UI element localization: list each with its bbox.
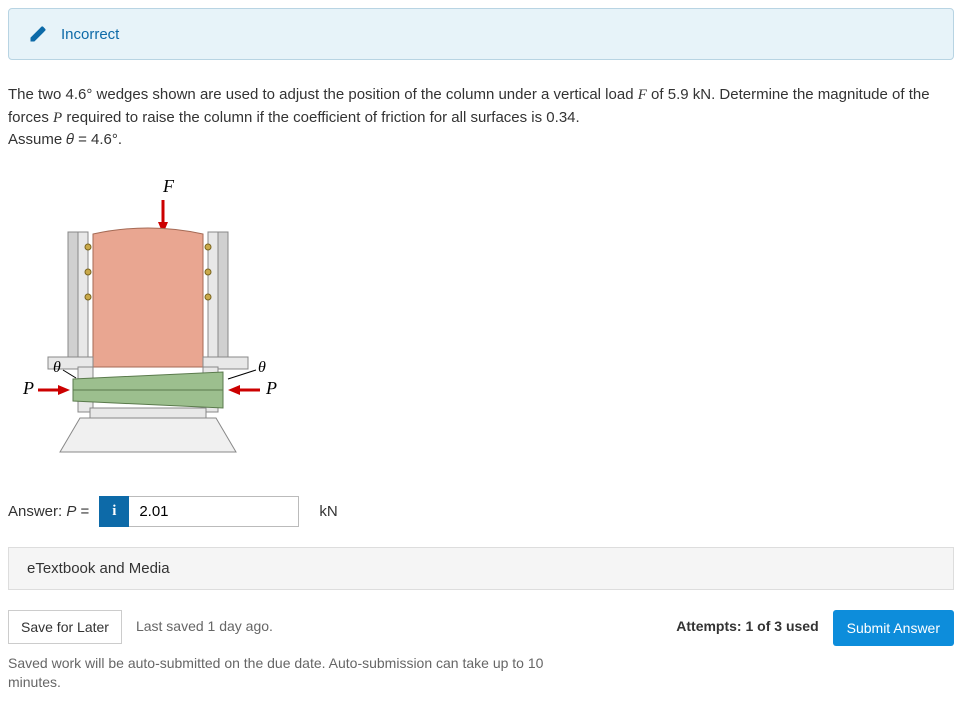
problem-statement: The two 4.6° wedges shown are used to ad…: [8, 84, 954, 152]
status-banner: Incorrect: [8, 8, 954, 60]
answer-row: Answer: P = i kN: [8, 496, 954, 527]
save-for-later-button[interactable]: Save for Later: [8, 610, 122, 644]
answer-unit: kN: [319, 503, 337, 520]
answer-prefix: Answer: P =: [8, 503, 89, 520]
footer-row: Save for Later Last saved 1 day ago. Att…: [8, 610, 954, 646]
wedge-diagram: F θ θ P: [8, 172, 288, 462]
label-P-right: P: [265, 378, 277, 398]
label-F: F: [162, 176, 175, 196]
submit-answer-button[interactable]: Submit Answer: [833, 610, 954, 646]
answer-input[interactable]: [129, 496, 299, 527]
auto-submit-note: Saved work will be auto-submitted on the…: [8, 654, 548, 693]
status-label: Incorrect: [61, 26, 119, 43]
attempts-text: Attempts: 1 of 3 used: [676, 610, 818, 634]
etextbook-link[interactable]: eTextbook and Media: [8, 547, 954, 590]
last-saved-text: Last saved 1 day ago.: [136, 610, 273, 634]
var-P: P: [53, 110, 62, 126]
assume-text: Assume 𝜃 = 4.6°.: [8, 131, 122, 148]
label-P-left: P: [22, 378, 34, 398]
label-theta-right: θ: [258, 359, 266, 376]
var-F: F: [638, 87, 647, 103]
problem-text-3: required to raise the column if the coef…: [62, 109, 579, 126]
problem-text-1: The two 4.6° wedges shown are used to ad…: [8, 86, 638, 103]
problem-figure: F θ θ P: [8, 172, 954, 466]
label-theta-left: θ: [53, 359, 61, 376]
pencil-icon: [29, 25, 47, 43]
numeric-input-group: i: [99, 496, 299, 527]
info-icon[interactable]: i: [99, 496, 129, 527]
